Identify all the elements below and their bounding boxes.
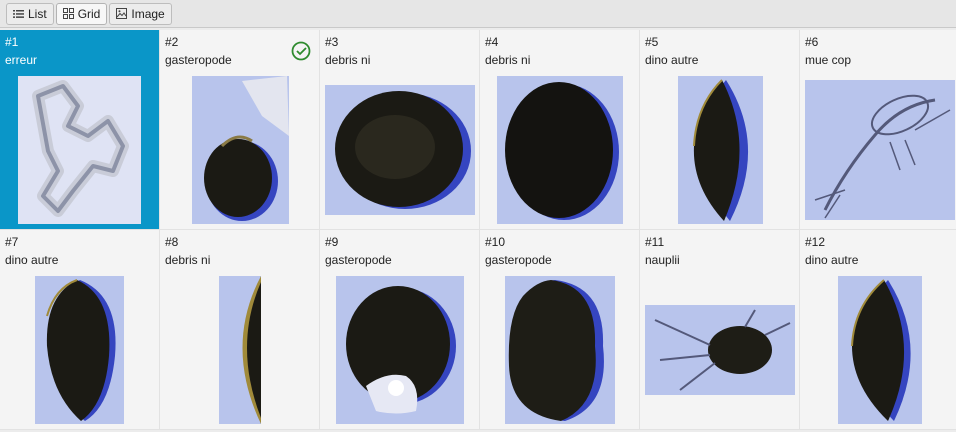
- item-label: dino autre: [645, 53, 699, 67]
- item-number: #5: [645, 35, 659, 49]
- grid-cell[interactable]: #11 nauplii: [640, 230, 800, 430]
- item-number: #2: [165, 35, 179, 49]
- specimen-thumbnail: [678, 76, 763, 224]
- item-label: dino autre: [805, 253, 859, 267]
- grid-icon: [62, 8, 74, 19]
- validated-check-icon: [291, 41, 311, 61]
- item-label: gasteropode: [325, 253, 392, 267]
- grid-cell[interactable]: #12 dino autre: [800, 230, 956, 430]
- grid-cell[interactable]: #7 dino autre: [0, 230, 160, 430]
- specimen-thumbnail: [192, 76, 289, 224]
- item-label: erreur: [5, 53, 38, 67]
- specimen-thumbnail: [219, 276, 261, 424]
- grid-cell[interactable]: #4 debris ni: [480, 30, 640, 230]
- specimen-thumbnail: [325, 85, 475, 215]
- image-icon: [116, 8, 128, 19]
- specimen-thumbnail: [805, 80, 955, 220]
- tab-image[interactable]: Image: [109, 2, 172, 25]
- item-number: #9: [325, 235, 339, 249]
- tab-image-label: Image: [131, 6, 165, 21]
- tab-grid[interactable]: Grid: [55, 2, 108, 25]
- item-number: #8: [165, 235, 179, 249]
- item-label: debris ni: [485, 53, 531, 67]
- item-number: #12: [805, 235, 826, 249]
- item-number: #4: [485, 35, 499, 49]
- item-number: #6: [805, 35, 819, 49]
- list-icon: [13, 9, 24, 18]
- item-number: #7: [5, 235, 19, 249]
- grid-cell[interactable]: #1 erreur: [0, 30, 160, 230]
- specimen-thumbnail: [838, 276, 922, 424]
- grid-cell[interactable]: #3 debris ni: [320, 30, 480, 230]
- specimen-thumbnail: [35, 276, 124, 424]
- specimen-thumbnail: [336, 276, 464, 424]
- grid-cell[interactable]: #8 debris ni: [160, 230, 320, 430]
- item-label: debris ni: [165, 253, 211, 267]
- tab-list-label: List: [28, 6, 47, 21]
- item-number: #10: [485, 235, 506, 249]
- specimen-thumbnail: [645, 305, 795, 395]
- view-mode-toolbar: List Grid Image: [0, 0, 956, 28]
- tab-list[interactable]: List: [6, 2, 54, 25]
- item-label: gasteropode: [485, 253, 552, 267]
- item-number: #1: [5, 35, 19, 49]
- specimen-thumbnail: [18, 76, 141, 224]
- item-label: mue cop: [805, 53, 852, 67]
- specimen-thumbnail: [505, 276, 615, 424]
- grid-cell[interactable]: #6 mue cop: [800, 30, 956, 230]
- item-label: nauplii: [645, 253, 680, 267]
- tab-grid-label: Grid: [77, 6, 101, 21]
- grid-cell[interactable]: #10 gasteropode: [480, 230, 640, 430]
- specimen-thumbnail: [497, 76, 623, 224]
- item-label: dino autre: [5, 253, 59, 267]
- grid-cell[interactable]: #5 dino autre: [640, 30, 800, 230]
- thumbnail-grid: #1 erreur #2 gasteropode #3 debris ni #4…: [0, 28, 956, 430]
- item-label: debris ni: [325, 53, 371, 67]
- item-label: gasteropode: [165, 53, 232, 67]
- grid-cell[interactable]: #2 gasteropode: [160, 30, 320, 230]
- item-number: #3: [325, 35, 339, 49]
- item-number: #11: [645, 235, 665, 249]
- grid-cell[interactable]: #9 gasteropode: [320, 230, 480, 430]
